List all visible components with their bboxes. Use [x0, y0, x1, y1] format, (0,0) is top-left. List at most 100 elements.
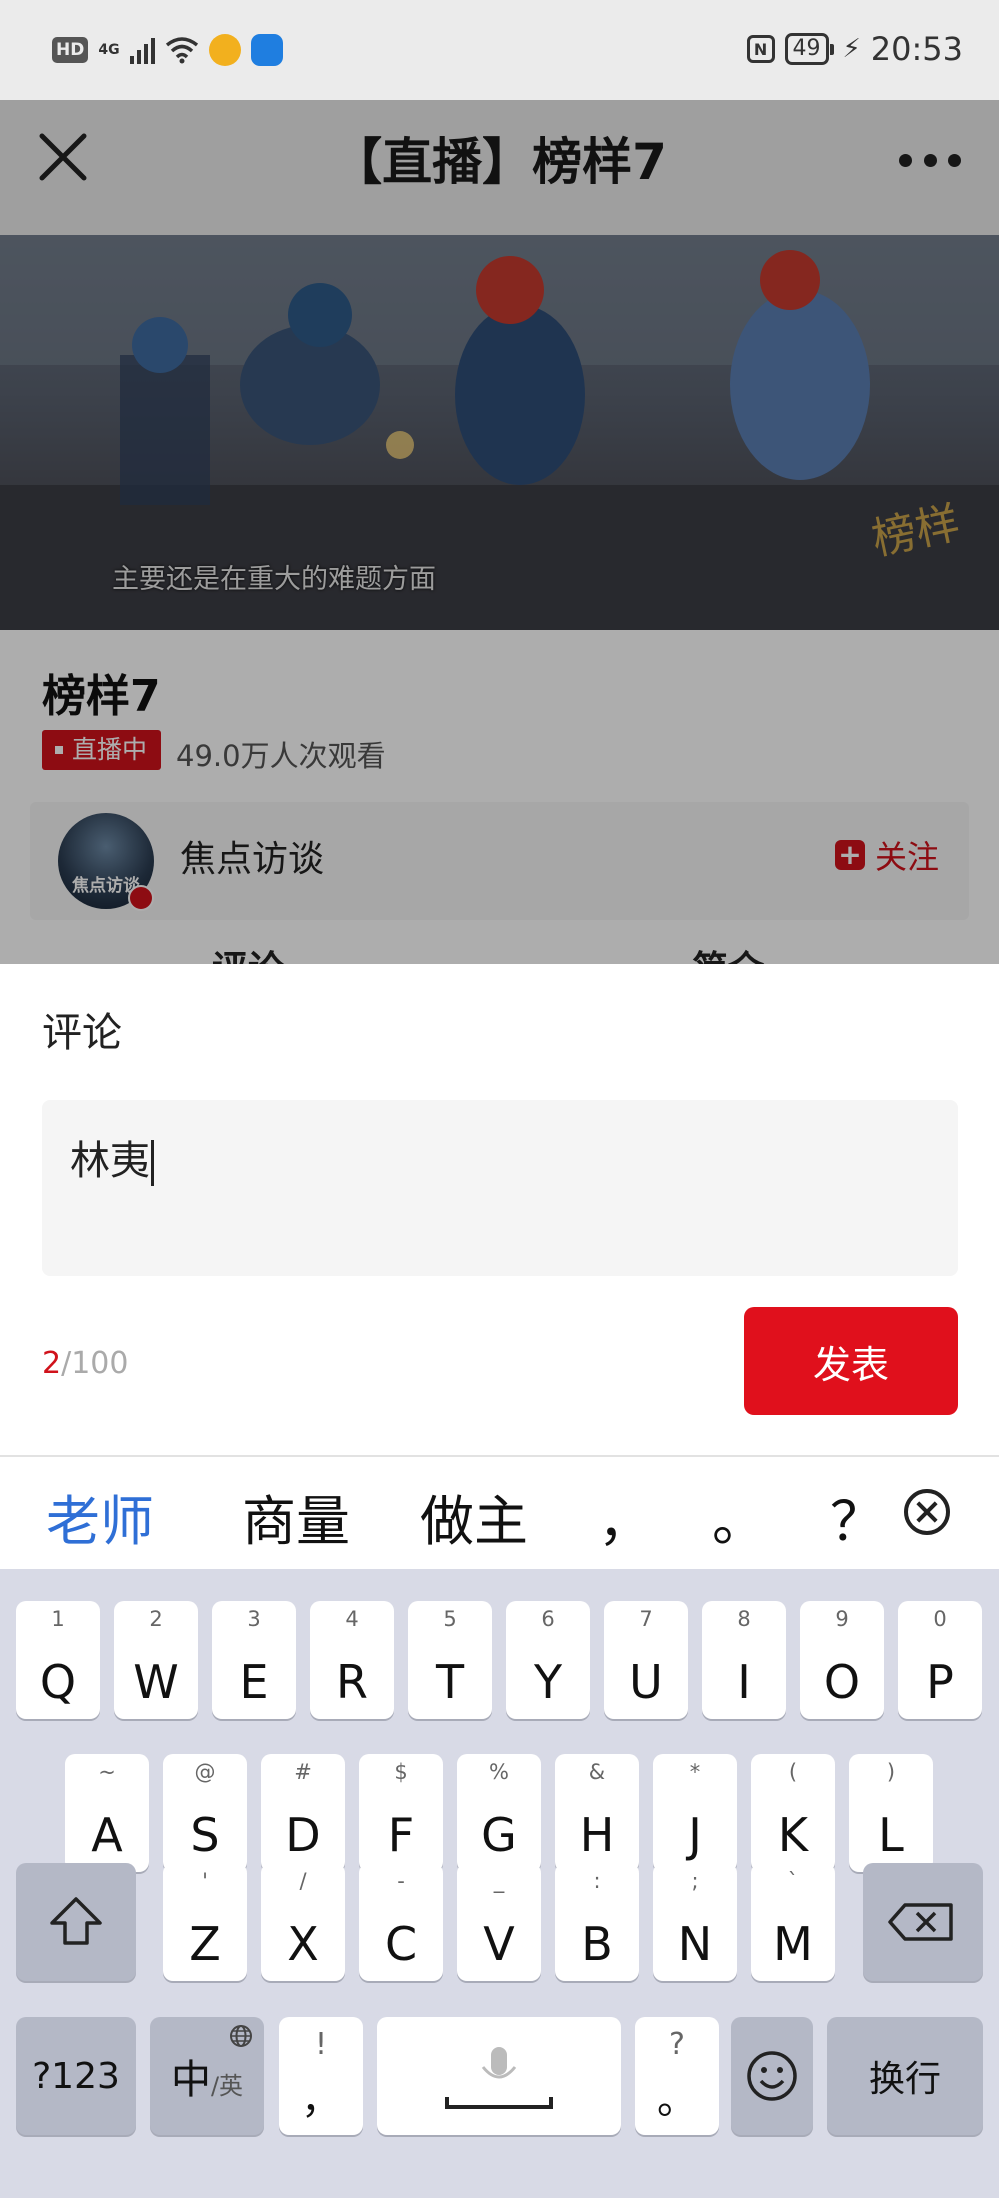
- key-v[interactable]: _ V: [457, 1863, 541, 1981]
- key-i[interactable]: 8I: [702, 1601, 786, 1719]
- key-secondary-label: 9: [835, 1607, 849, 1631]
- hd-voice-icon: HD: [52, 37, 89, 63]
- key-secondary-label: -: [397, 1869, 405, 1893]
- status-bar: HD 4G N 49 ⚡ 20:53: [0, 0, 999, 100]
- text-caret: [151, 1140, 154, 1186]
- language-switch-key[interactable]: 中/英: [150, 2017, 264, 2135]
- key-f[interactable]: $ F: [359, 1754, 443, 1872]
- signal-icon: [129, 36, 155, 64]
- key-p[interactable]: 0P: [898, 1601, 982, 1719]
- emoji-key[interactable]: [731, 2017, 813, 2135]
- key-primary-label: J: [688, 1808, 702, 1862]
- comma-key[interactable]: ! ，: [279, 2017, 363, 2135]
- key-secondary-label: _: [493, 1869, 505, 1893]
- key-secondary-label: 8: [737, 1607, 751, 1631]
- key-secondary-label: ~: [98, 1760, 116, 1784]
- key-secondary-label: 7: [639, 1607, 653, 1631]
- key-r[interactable]: 4R: [310, 1601, 394, 1719]
- key-primary-label: F: [387, 1808, 415, 1862]
- key-secondary-label: 1: [51, 1607, 65, 1631]
- key-primary-label: T: [435, 1655, 465, 1709]
- key-primary-label: D: [285, 1808, 321, 1862]
- key-primary-label: B: [581, 1917, 613, 1971]
- key-primary-label: P: [926, 1655, 954, 1709]
- sheet-title: 评论: [42, 1010, 122, 1056]
- microphone-icon: [445, 2047, 553, 2109]
- candidate-3[interactable]: 做主: [420, 1477, 528, 1556]
- key-primary-label: U: [629, 1655, 663, 1709]
- key-secondary-label: 3: [247, 1607, 261, 1631]
- key-h[interactable]: & H: [555, 1754, 639, 1872]
- key-primary-label: S: [190, 1808, 220, 1862]
- key-secondary-label: @: [194, 1760, 216, 1784]
- shift-key[interactable]: [16, 1863, 136, 1981]
- key-a[interactable]: ~ A: [65, 1754, 149, 1872]
- key-primary-label: Q: [39, 1655, 77, 1709]
- key-e[interactable]: 3E: [212, 1601, 296, 1719]
- candidate-2[interactable]: 商量: [242, 1477, 350, 1556]
- key-u[interactable]: 7U: [604, 1601, 688, 1719]
- key-secondary-label: &: [588, 1760, 606, 1784]
- key-primary-label: K: [777, 1808, 809, 1862]
- key-c[interactable]: -C: [359, 1863, 443, 1981]
- backspace-icon: [888, 1903, 953, 1941]
- key-primary-label: G: [481, 1808, 517, 1862]
- candidate-4[interactable]: ，: [598, 1477, 652, 1556]
- ime-candidate-bar: 老师 商量 做主 ， 。 ？: [0, 1457, 999, 1569]
- clock: 20:53: [870, 30, 963, 68]
- key-s[interactable]: @ S: [163, 1754, 247, 1872]
- key-secondary-label: ): [886, 1760, 896, 1784]
- key-primary-label: W: [133, 1655, 179, 1709]
- key-q[interactable]: 1Q: [16, 1601, 100, 1719]
- wifi-icon: [165, 37, 198, 64]
- key-j[interactable]: * J: [653, 1754, 737, 1872]
- candidate-1[interactable]: 老师: [46, 1477, 154, 1556]
- key-t[interactable]: 5T: [408, 1601, 492, 1719]
- key-primary-label: R: [336, 1655, 368, 1709]
- keyboard: 1Q2W3E4R5T6Y7U8I9O0P ~ A @ S # D $ F% G & H * J(K) L …: [0, 1569, 999, 2198]
- char-counter: 2/100: [42, 1346, 129, 1381]
- key-y[interactable]: 6Y: [506, 1601, 590, 1719]
- key-primary-label: Z: [189, 1917, 221, 1971]
- key-secondary-label: `: [787, 1869, 799, 1893]
- key-w[interactable]: 2W: [114, 1601, 198, 1719]
- backspace-key[interactable]: [863, 1863, 983, 1981]
- key-g[interactable]: % G: [457, 1754, 541, 1872]
- comment-input-value: 林夷: [70, 1138, 150, 1184]
- key-x[interactable]: / X: [261, 1863, 345, 1981]
- close-candidates-icon[interactable]: [904, 1489, 950, 1535]
- network-type: 4G: [98, 42, 120, 58]
- key-secondary-label: $: [394, 1760, 408, 1784]
- key-secondary-label: 0: [933, 1607, 947, 1631]
- key-secondary-label: #: [294, 1760, 312, 1784]
- publish-button[interactable]: 发表: [744, 1307, 958, 1415]
- charging-icon: ⚡: [842, 34, 861, 64]
- key-o[interactable]: 9O: [800, 1601, 884, 1719]
- key-secondary-label: :: [593, 1869, 601, 1893]
- enter-key[interactable]: 换行: [827, 2017, 983, 2135]
- key-secondary-label: *: [689, 1760, 701, 1784]
- key-primary-label: O: [823, 1655, 861, 1709]
- modal-overlay[interactable]: [0, 100, 999, 964]
- key-primary-label: N: [677, 1917, 713, 1971]
- key-secondary-label: 5: [443, 1607, 457, 1631]
- key-secondary-label: /: [299, 1869, 307, 1893]
- key-n[interactable]: ; N: [653, 1863, 737, 1981]
- emoji-icon: [747, 2051, 797, 2101]
- key-l[interactable]: ) L: [849, 1754, 933, 1872]
- candidate-6[interactable]: ？: [830, 1477, 884, 1556]
- key-z[interactable]: ' Z: [163, 1863, 247, 1981]
- key-primary-label: Y: [533, 1655, 563, 1709]
- key-b[interactable]: :B: [555, 1863, 639, 1981]
- key-secondary-label: 4: [345, 1607, 359, 1631]
- key-d[interactable]: # D: [261, 1754, 345, 1872]
- candidate-5[interactable]: 。: [712, 1477, 766, 1556]
- key-k[interactable]: (K: [751, 1754, 835, 1872]
- comment-input[interactable]: 林夷: [42, 1100, 958, 1276]
- key-secondary-label: %: [489, 1760, 509, 1784]
- symbols-key[interactable]: ?123: [16, 2017, 136, 2135]
- period-key[interactable]: ? 。: [635, 2017, 719, 2135]
- key-m[interactable]: ` M: [751, 1863, 835, 1981]
- key-secondary-label: (: [788, 1760, 798, 1784]
- space-key[interactable]: [377, 2017, 621, 2135]
